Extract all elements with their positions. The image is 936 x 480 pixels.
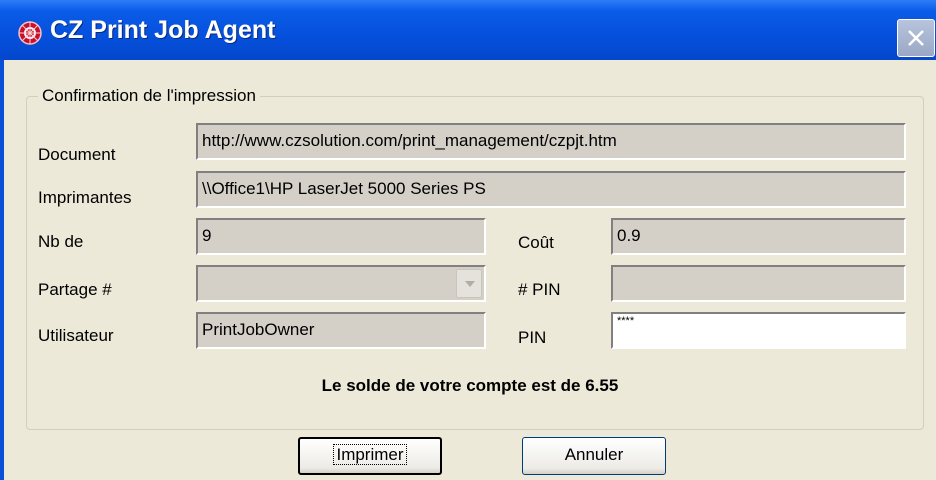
window-title: CZ Print Job Agent	[50, 16, 276, 44]
group-title: Confirmation de l'impression	[38, 86, 260, 106]
print-button-label: Imprimer	[333, 444, 407, 465]
dialog-body: Confirmation de l'impression Document ht…	[4, 60, 936, 480]
close-icon	[908, 30, 924, 46]
chevron-down-icon[interactable]	[456, 269, 482, 298]
cancel-button-label: Annuler	[564, 445, 624, 464]
pin-label: PIN	[518, 328, 547, 347]
cost-field: 0.9	[611, 218, 906, 255]
copies-field: 9	[196, 218, 486, 255]
printer-field: \\Office1\HP LaserJet 5000 Series PS	[196, 171, 906, 208]
pin-number-field	[611, 265, 906, 302]
title-bar[interactable]: CZ Print Job Agent	[0, 0, 936, 60]
dialog-window: CZ Print Job Agent Confirmation de l'imp…	[0, 0, 936, 480]
cz-logo-icon	[18, 21, 42, 45]
close-button[interactable]	[897, 19, 935, 57]
user-label: Utilisateur	[38, 326, 114, 345]
document-field: http://www.czsolution.com/print_manageme…	[196, 123, 906, 160]
account-balance-message: Le solde de votre compte est de 6.55	[321, 376, 619, 395]
copies-label: Nb de	[38, 232, 84, 251]
user-field: PrintJobOwner	[196, 312, 486, 349]
document-label: Document	[38, 145, 116, 164]
share-select[interactable]	[196, 265, 486, 302]
pin-input[interactable]: ****	[611, 312, 906, 349]
pin-number-label: # PIN	[518, 280, 561, 299]
cost-label: Coût	[518, 233, 554, 252]
print-button[interactable]: Imprimer	[298, 437, 442, 475]
share-label: Partage #	[38, 280, 112, 299]
cancel-button[interactable]: Annuler	[522, 437, 666, 475]
printers-label: Imprimantes	[38, 188, 132, 207]
pin-input-value: ****	[617, 315, 635, 327]
